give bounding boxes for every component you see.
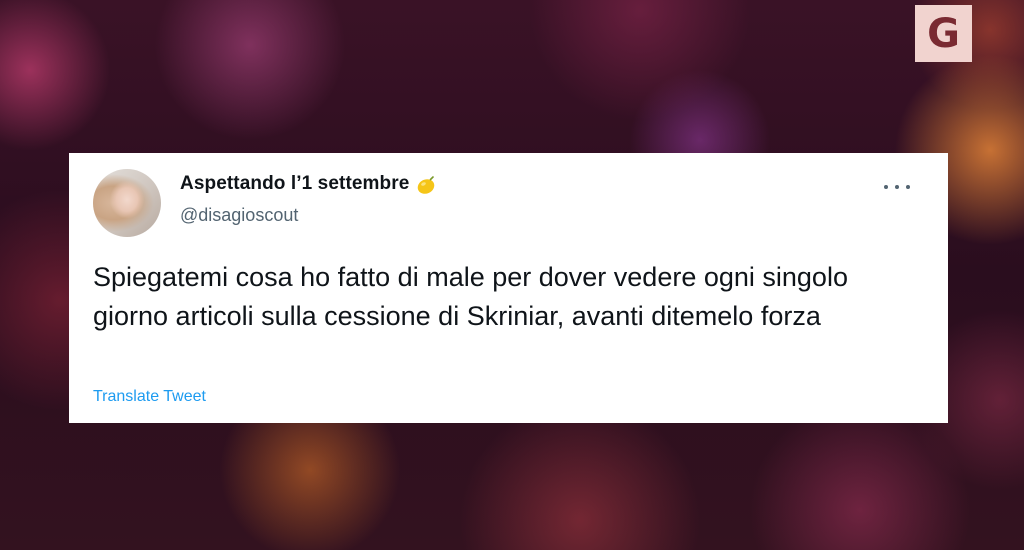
lemon-icon [418,176,435,194]
author-display-name[interactable]: Aspettando l’1 settembre [180,173,409,195]
author-name-row: Aspettando l’1 settembre [180,173,437,195]
avatar[interactable] [93,169,161,237]
tweet-text: Spiegatemi cosa ho fatto di male per dov… [93,262,848,331]
more-options-icon[interactable] [884,177,910,197]
brand-logo: G [915,5,972,62]
tweet-card: Aspettando l’1 settembre @disagioscout S… [69,153,948,423]
translate-tweet-link[interactable]: Translate Tweet [93,388,206,406]
author-handle[interactable]: @disagioscout [180,205,298,226]
